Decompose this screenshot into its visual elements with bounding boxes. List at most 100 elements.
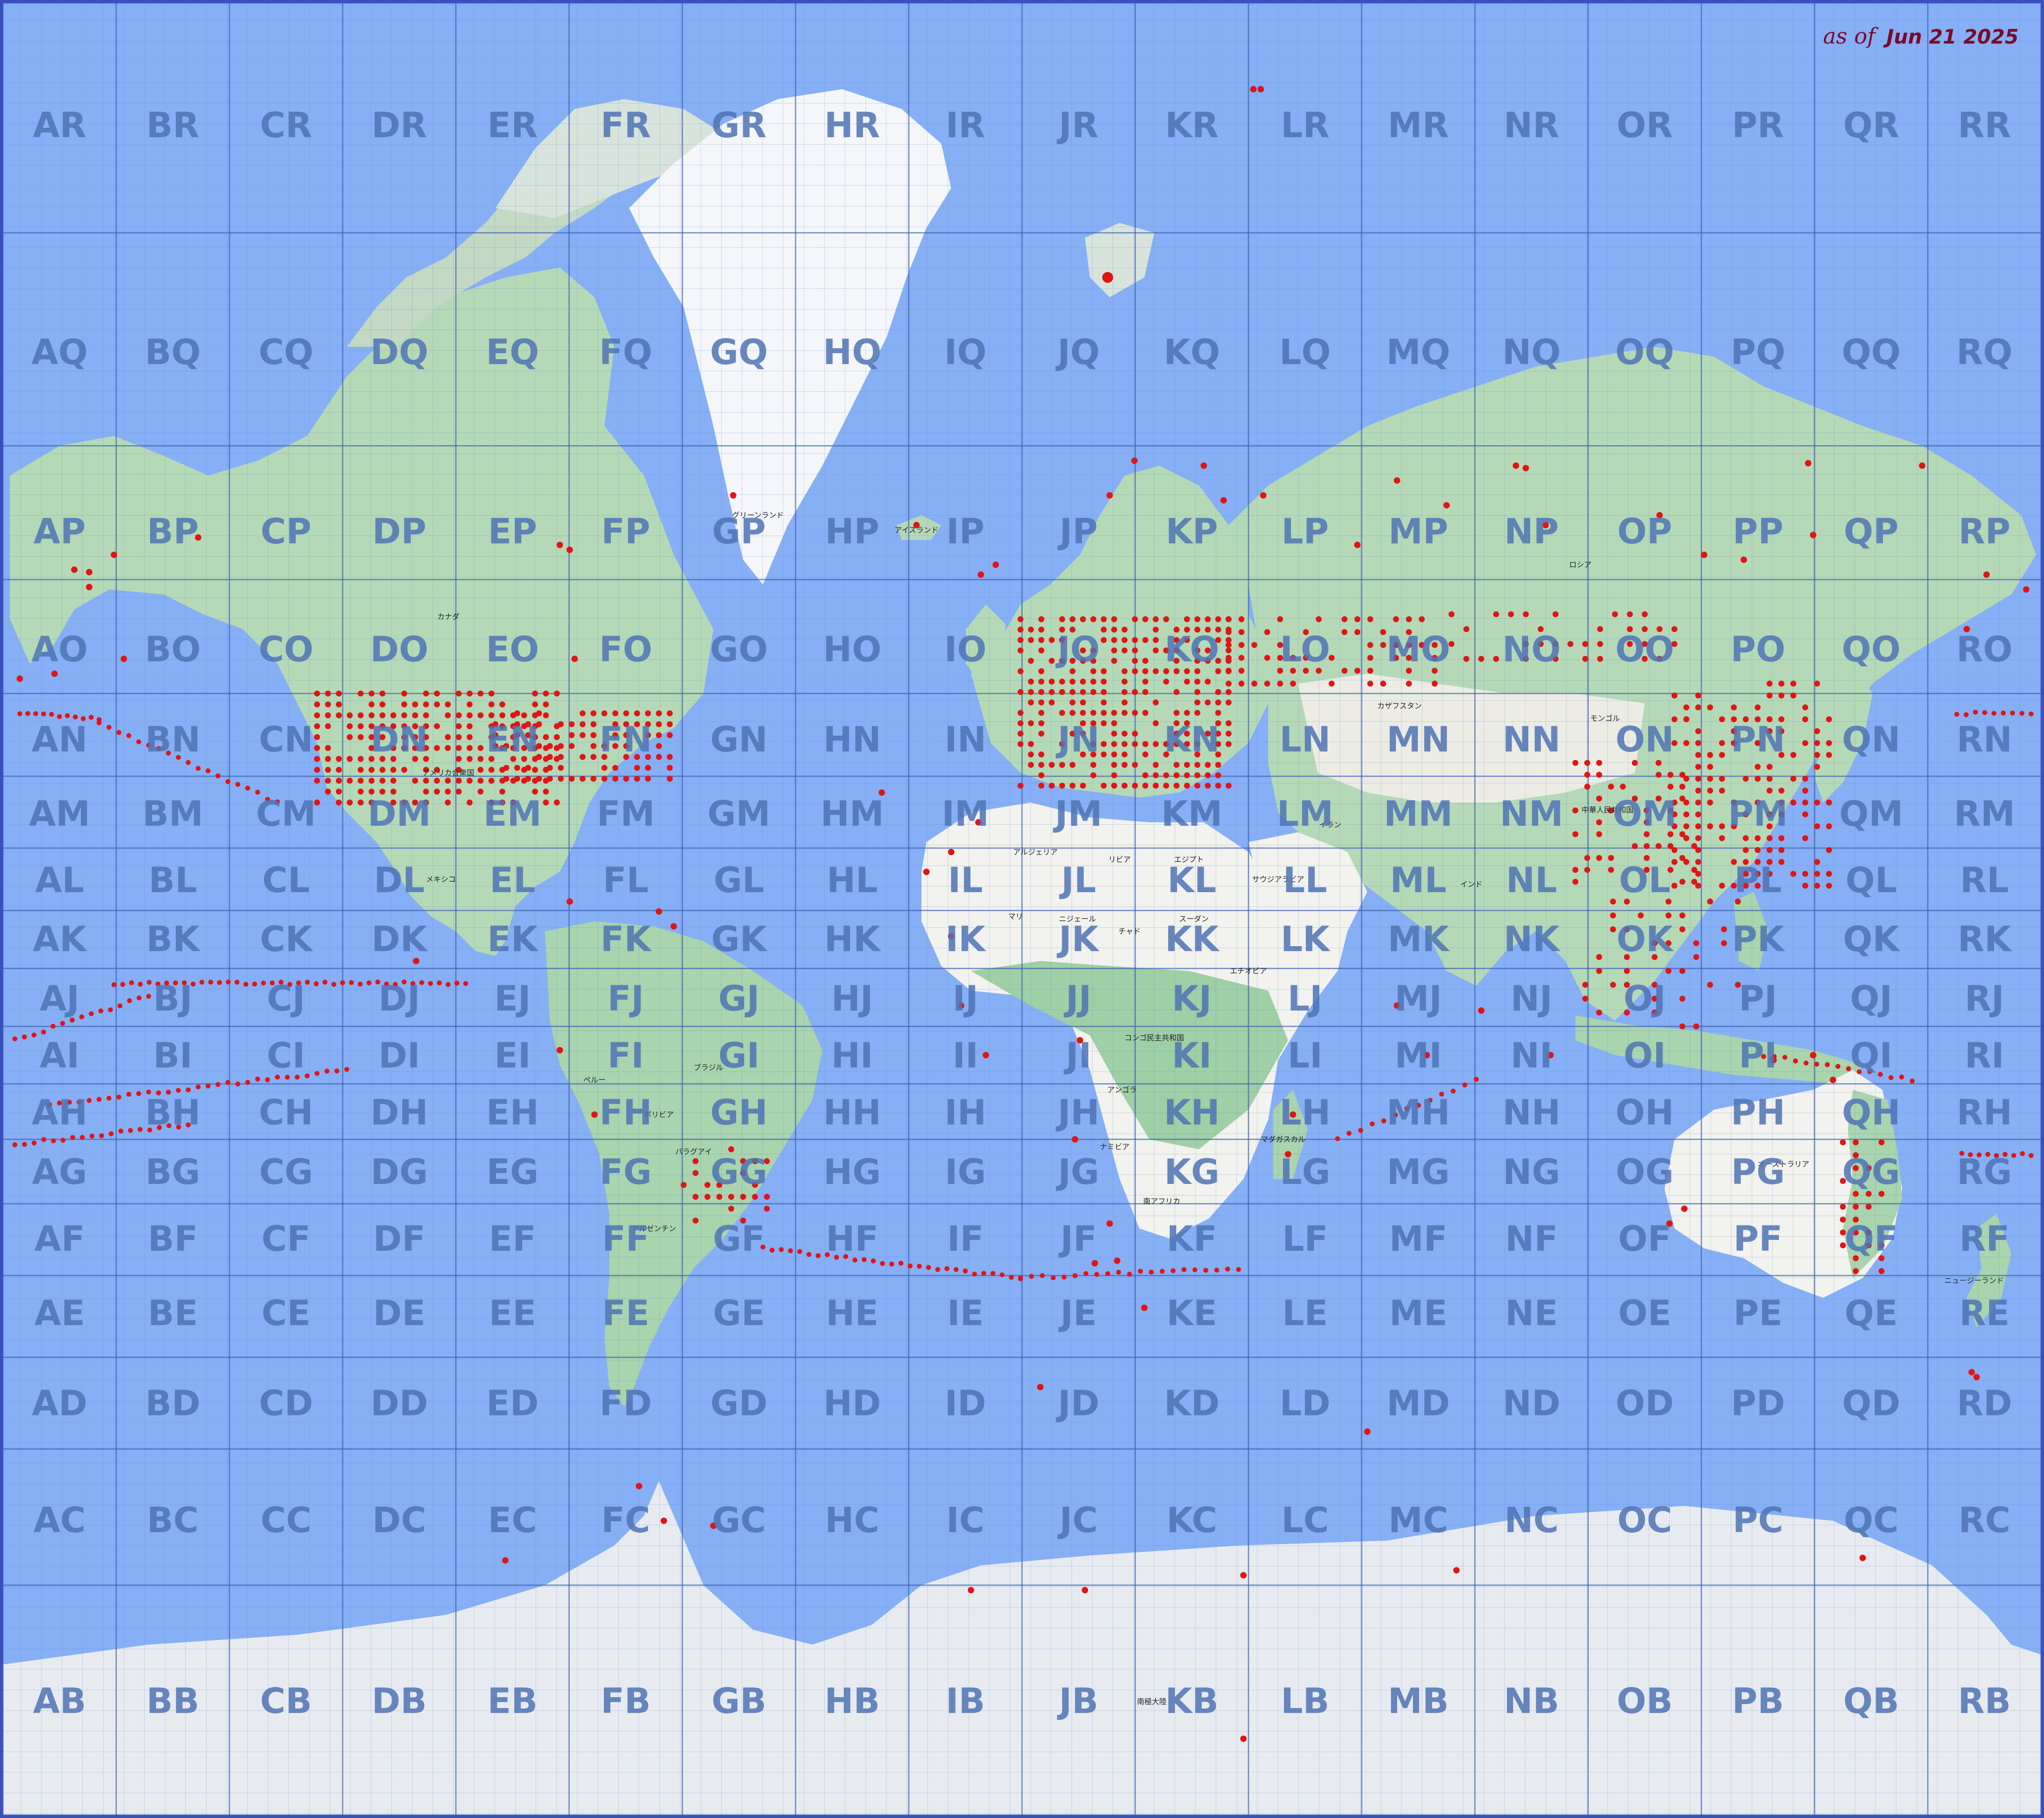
station-marker [1049,783,1055,789]
station-marker [1163,772,1169,778]
station-marker [65,713,70,718]
station-marker [1802,871,1808,877]
station-marker [1238,668,1244,674]
grid-square-label: OK [1616,919,1674,960]
station-marker [1695,811,1701,817]
grid-square-label: JP [1058,511,1098,552]
station-marker [1101,637,1107,643]
station-marker [1049,679,1055,685]
station-marker [1194,710,1200,716]
grid-square-label: CF [262,1219,311,1259]
grid-square-label: PD [1731,1383,1785,1424]
station-marker [1644,843,1650,849]
station-marker [16,675,23,682]
grid-square-label: FH [599,1092,652,1133]
station-marker [1184,710,1190,716]
station-marker [120,982,125,987]
grid-square-label: BN [145,719,201,760]
station-marker [334,1069,339,1073]
station-marker [1059,783,1065,789]
station-marker [1174,710,1180,716]
station-marker [1632,843,1638,849]
station-marker [1163,783,1169,789]
station-marker [926,1265,931,1270]
grid-square-label: EM [484,794,541,834]
station-marker [1132,783,1138,789]
station-marker [467,723,473,729]
station-marker [1582,982,1588,988]
station-marker [1122,668,1128,674]
station-marker [1142,616,1148,622]
station-marker [681,1182,687,1188]
station-marker [556,541,563,548]
station-marker [1968,1369,1975,1376]
station-marker [70,1135,75,1140]
station-marker [1038,699,1044,705]
grid-square-label: PR [1732,105,1784,146]
station-marker [1153,647,1159,653]
station-marker [412,701,418,707]
station-marker [1719,776,1725,782]
station-marker [1131,457,1138,464]
station-marker [97,720,102,726]
station-marker [1582,996,1588,1002]
station-marker [1072,1136,1078,1143]
grid-square-label: OD [1615,1383,1674,1424]
station-marker [898,1261,904,1266]
station-marker [116,730,121,735]
station-marker [514,710,520,716]
grid-square-label: OC [1617,1500,1672,1541]
station-marker [265,1077,270,1082]
station-marker [1666,912,1671,918]
station-marker [1102,272,1113,283]
station-marker [521,712,527,718]
station-marker [1367,642,1373,648]
station-marker [1028,741,1034,747]
grid-square-label: MK [1388,919,1451,960]
grid-square-label: ER [487,105,538,146]
station-marker [1111,762,1117,768]
station-marker [128,1128,133,1133]
grid-square-label: FQ [599,332,652,373]
station-marker [1226,689,1232,695]
station-marker [1707,800,1713,805]
grid-square-label: BF [148,1219,198,1259]
station-marker [117,1003,123,1009]
station-marker [566,898,573,905]
grid-square-label: PG [1731,1152,1785,1192]
station-marker [569,743,575,749]
station-marker [107,1096,111,1101]
station-marker [1215,616,1221,622]
station-marker [369,691,375,696]
station-marker [1029,1274,1034,1279]
station-marker [1329,681,1335,687]
grid-square-label: AE [34,1293,85,1334]
station-marker [1826,740,1832,746]
grid-square-label: PH [1731,1092,1785,1133]
station-marker [1028,637,1034,643]
station-marker [1038,689,1044,695]
station-marker [325,691,331,696]
station-marker [1028,720,1034,726]
grid-square-label: DH [371,1092,429,1133]
station-marker [478,778,484,784]
grid-square-label: NN [1503,719,1560,760]
station-marker [456,756,462,762]
station-marker [1983,571,1990,578]
station-marker [1406,681,1412,687]
station-marker [1691,867,1697,873]
station-marker [558,754,564,760]
station-marker [1802,788,1808,794]
station-marker [1226,741,1232,747]
station-marker [467,691,473,696]
grid-square-label: DK [372,919,429,960]
station-marker [1707,752,1713,758]
station-marker [467,701,473,707]
station-marker [1973,709,1978,715]
station-marker [1553,611,1559,617]
country-label: パラグアイ [675,1147,712,1156]
grid-square-label: GM [707,794,770,834]
grid-square-label: RM [1954,794,2015,834]
station-marker [127,998,132,1004]
grid-square-label: AB [33,1681,87,1721]
